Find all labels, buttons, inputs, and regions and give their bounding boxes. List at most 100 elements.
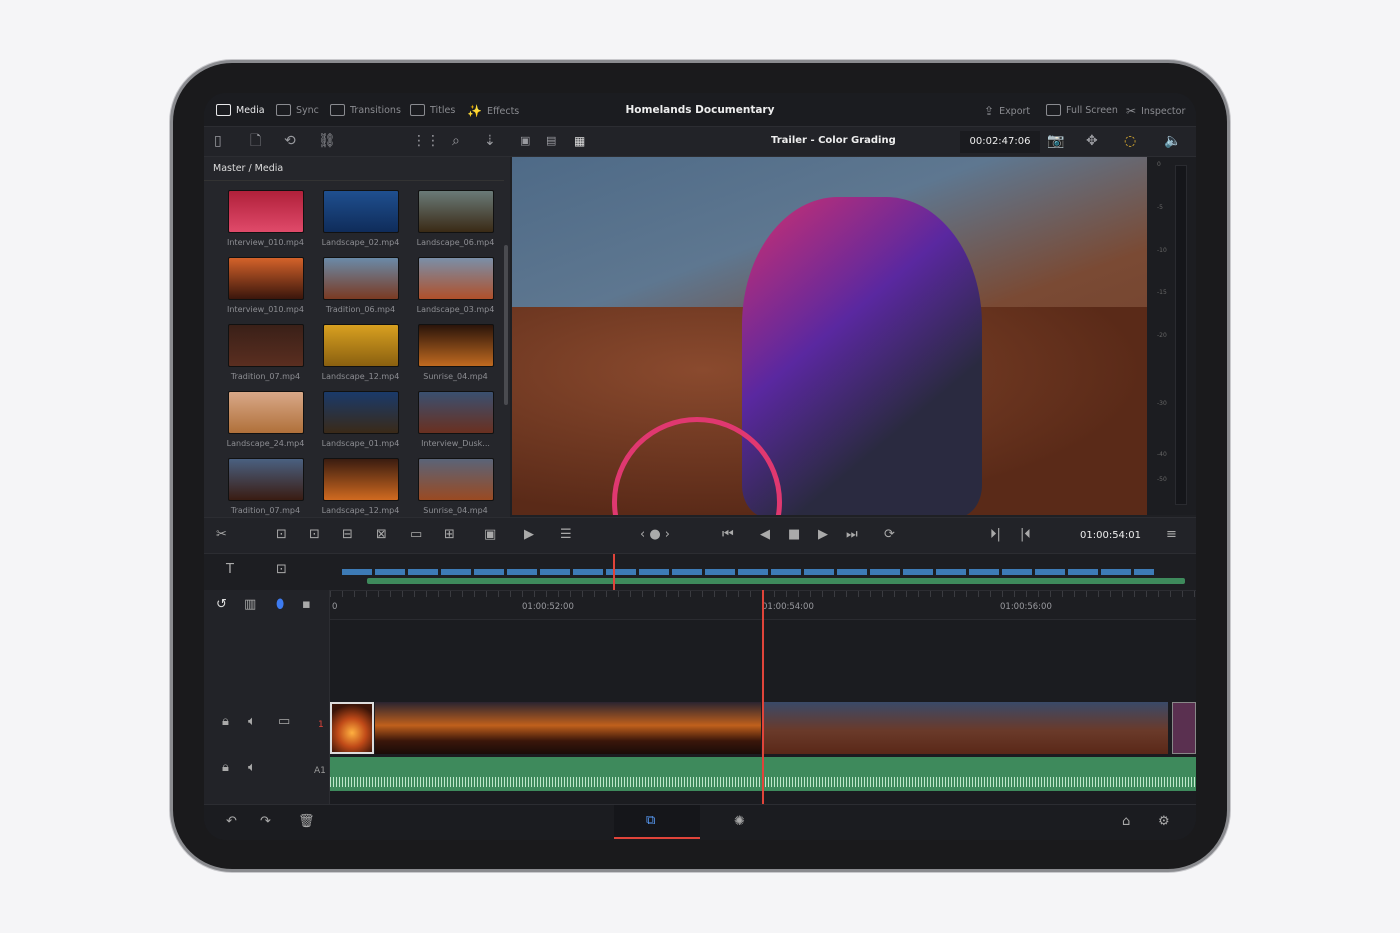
video-mute-icon[interactable]: 🔈︎ — [248, 714, 256, 729]
export-button[interactable]: ⇪ Export — [984, 104, 1030, 118]
clip-view-icon[interactable]: ▪ — [302, 597, 311, 612]
fullscreen-button[interactable]: Full Screen — [1046, 104, 1118, 116]
page-cut-tab[interactable]: ⧉ — [614, 805, 700, 839]
media-clip[interactable]: Interview_010.mp4 — [218, 257, 313, 314]
transform-icon[interactable]: ✥ — [1086, 133, 1098, 149]
relink-icon[interactable]: ⟲ — [284, 133, 296, 149]
track-height-icon[interactable]: ⊡ — [276, 562, 287, 577]
media-clip[interactable]: Landscape_12.mp4 — [313, 324, 408, 381]
ruler-label: 0 — [332, 602, 338, 612]
mini-playhead[interactable] — [613, 554, 615, 591]
clip-name: Sunrise_04.mp4 — [423, 506, 488, 515]
place-on-top-icon[interactable]: ▭ — [410, 527, 422, 542]
color-page-icon[interactable]: ✺ — [734, 814, 745, 829]
import-icon[interactable]: 🗋 — [250, 133, 261, 149]
media-clip[interactable]: Tradition_06.mp4 — [313, 257, 408, 314]
timeline-name-dropdown[interactable]: Trailer - Color Grading — [771, 135, 896, 146]
audio-scrub-icon[interactable]: ▥ — [244, 597, 256, 612]
jog-control[interactable]: ‹ ● › — [640, 527, 670, 542]
meter-tick: -50 — [1157, 476, 1167, 483]
color-wheel-icon[interactable]: ◌ — [1124, 133, 1136, 149]
clip-name: Tradition_06.mp4 — [325, 305, 396, 314]
audio-track-label: A1 — [314, 766, 326, 776]
mark-out-icon[interactable]: |⏴ — [1020, 527, 1031, 542]
storyboard-view-icon[interactable]: ▦ — [574, 133, 585, 149]
clip-name: Landscape_02.mp4 — [321, 238, 400, 247]
mini-timeline[interactable]: T ⊡ — [204, 553, 1196, 591]
sort-icon[interactable]: ⇣ — [484, 133, 496, 149]
track-headers: ↺ ▥ ⬮ ▪ 🔒︎ 🔈︎ ▭ 1 🔒︎ 🔈︎ A1 — [204, 590, 330, 804]
timeline-playhead[interactable] — [762, 590, 764, 804]
play-icon[interactable]: ▶ — [818, 527, 828, 542]
track-lock-icon[interactable]: T — [226, 562, 234, 577]
audio-lock-icon[interactable]: 🔒︎ — [222, 760, 229, 775]
timeline-timecode: 01:00:54:01 — [1080, 530, 1142, 541]
media-clip[interactable]: Interview_010.mp4 — [218, 190, 313, 247]
app-window: Media Sync Transitions Titles ✨ Effects H… — [204, 93, 1196, 840]
video-clip-selected[interactable] — [330, 702, 374, 754]
go-to-start-icon[interactable]: ⏮ — [722, 527, 734, 542]
media-clip[interactable]: Tradition_07.mp4 — [218, 324, 313, 381]
source-timecode: 00:02:47:06 — [960, 131, 1040, 153]
grid-view-icon[interactable]: ⋮⋮ — [412, 133, 440, 149]
panel-toggle-icon[interactable]: ▯ — [214, 133, 222, 149]
inspector-button[interactable]: ✂ Inspector — [1126, 104, 1185, 118]
delete-icon[interactable]: 🗑︎ — [298, 814, 315, 829]
image-view-icon[interactable]: ▣ — [520, 133, 530, 149]
append-icon[interactable]: ▣ — [484, 527, 496, 542]
marker-icon[interactable]: ⬮ — [276, 597, 284, 612]
video-visibility-icon[interactable]: ▭ — [278, 714, 290, 729]
audio-meter: 0 -5 -10 -15 -20 -30 -40 -50 — [1147, 157, 1196, 515]
clip-thumbnail — [227, 190, 304, 233]
overwrite-icon[interactable]: ⊡ — [309, 527, 320, 542]
loop-icon[interactable]: ⟳ — [884, 527, 895, 542]
mark-in-icon[interactable]: ⏵| — [990, 527, 1001, 542]
blade-icon[interactable]: ✂ — [216, 527, 227, 542]
video-clip-next[interactable] — [1172, 702, 1196, 754]
replace-icon[interactable]: ⊟ — [342, 527, 353, 542]
menu-icon[interactable]: ≡ — [1166, 527, 1177, 542]
video-lock-icon[interactable]: 🔒︎ — [222, 714, 229, 729]
adjust-icon[interactable]: ☰ — [560, 527, 572, 542]
camera-capture-icon[interactable]: 📷 — [1047, 133, 1064, 149]
media-clip[interactable]: Landscape_12.mp4 — [313, 458, 408, 515]
clip-thumbnail — [417, 324, 494, 367]
clip-thumbnail — [322, 190, 399, 233]
ripple-overwrite-icon[interactable]: ⊞ — [444, 527, 455, 542]
video-viewer[interactable] — [512, 157, 1147, 515]
video-clip-dancer[interactable] — [763, 702, 1168, 754]
play-to-timeline-icon[interactable]: ▶ — [524, 527, 534, 542]
filmstrip-view-icon[interactable]: ▤ — [546, 133, 556, 149]
media-clip[interactable]: Landscape_24.mp4 — [218, 391, 313, 448]
toolbar: ▯ 🗋 ⟲ ⛓ ⋮⋮ ⌕ ⇣ ▣ ▤ ▦ Trailer - Color Gra… — [204, 127, 1196, 157]
search-icon[interactable]: ⌕ — [452, 133, 460, 149]
fit-to-fill-icon[interactable]: ⊠ — [376, 527, 387, 542]
fullscreen-icon — [1046, 104, 1061, 116]
stop-icon[interactable]: ■ — [788, 527, 800, 542]
media-clip[interactable]: Landscape_03.mp4 — [408, 257, 503, 314]
media-clip[interactable]: Interview_Dusk... — [408, 391, 503, 448]
media-clip[interactable]: Landscape_01.mp4 — [313, 391, 408, 448]
mini-video-track — [342, 569, 1154, 575]
scrollbar[interactable] — [504, 245, 508, 405]
snap-icon[interactable]: ↺ — [216, 597, 227, 612]
audio-mute-icon[interactable]: 🔈︎ — [248, 760, 256, 775]
video-clip-sunset[interactable] — [375, 702, 761, 754]
settings-gear-icon[interactable]: ⚙ — [1158, 814, 1170, 829]
meter-tick: -15 — [1157, 289, 1167, 296]
redo-icon[interactable]: ↷ — [260, 814, 271, 829]
step-back-icon[interactable]: ◀ — [760, 527, 770, 542]
media-clip[interactable]: Landscape_02.mp4 — [313, 190, 408, 247]
unlink-icon[interactable]: ⛓ — [318, 133, 336, 149]
undo-icon[interactable]: ↶ — [226, 814, 237, 829]
insert-icon[interactable]: ⊡ — [276, 527, 287, 542]
media-clip[interactable]: Tradition_07.mp4 — [218, 458, 313, 515]
media-clip[interactable]: Sunrise_04.mp4 — [408, 458, 503, 515]
meter-tick: -5 — [1157, 204, 1163, 211]
clip-name: Landscape_12.mp4 — [321, 372, 400, 381]
volume-icon[interactable]: 🔈 — [1164, 133, 1181, 149]
go-to-end-icon[interactable]: ⏭ — [846, 527, 858, 542]
media-clip[interactable]: Sunrise_04.mp4 — [408, 324, 503, 381]
media-clip[interactable]: Landscape_06.mp4 — [408, 190, 503, 247]
home-icon[interactable]: ⌂ — [1122, 814, 1130, 829]
